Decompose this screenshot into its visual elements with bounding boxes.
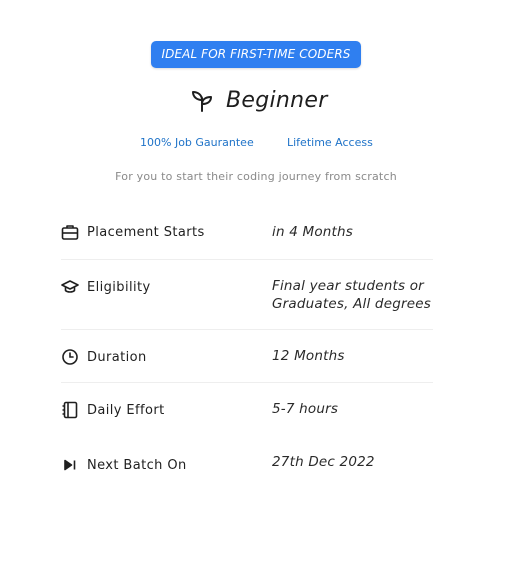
detail-label-wrap: Placement Starts <box>61 222 205 242</box>
detail-row-next-batch: Next Batch On 27th Dec 2022 <box>61 454 433 475</box>
detail-label: Eligibility <box>87 279 151 295</box>
lifetime-access-perk: Lifetime Access <box>287 136 373 149</box>
divider <box>61 259 433 260</box>
notebook-icon <box>61 401 79 419</box>
detail-row-daily-effort: Daily Effort 5-7 hours <box>61 400 433 420</box>
detail-label-wrap: Eligibility <box>61 277 151 297</box>
detail-label: Next Batch On <box>87 457 187 473</box>
detail-value: 12 Months <box>272 348 345 364</box>
detail-label-wrap: Daily Effort <box>61 400 165 420</box>
skip-next-icon <box>61 456 79 474</box>
detail-value: in 4 Months <box>272 224 354 240</box>
briefcase-icon <box>61 223 79 241</box>
detail-label-wrap: Duration <box>61 347 147 367</box>
detail-row-duration: Duration 12 Months <box>61 347 433 367</box>
clock-icon <box>61 348 79 366</box>
job-guarantee-perk: 100% Job Gaurantee <box>140 136 254 149</box>
detail-label: Duration <box>87 349 147 365</box>
detail-value: 5-7 hours <box>272 401 339 417</box>
plan-subtitle: For you to start their coding journey fr… <box>115 170 397 183</box>
audience-badge: IDEAL FOR FIRST-TIME CODERS <box>151 41 361 68</box>
divider <box>61 329 433 330</box>
plan-title: Beginner <box>226 87 328 113</box>
divider <box>61 382 433 383</box>
detail-label-wrap: Next Batch On <box>61 455 187 475</box>
plan-title-row: Beginner <box>190 84 328 116</box>
detail-row-placement: Placement Starts in 4 Months <box>61 222 433 242</box>
detail-value: 27th Dec 2022 <box>272 454 375 470</box>
graduation-cap-icon <box>61 278 79 296</box>
detail-label: Daily Effort <box>87 402 165 418</box>
detail-row-eligibility: Eligibility Final year students or Gradu… <box>61 277 433 317</box>
detail-value-line-2: Graduates, All degrees <box>272 296 431 312</box>
detail-label: Placement Starts <box>87 224 205 240</box>
sprout-icon <box>190 87 216 113</box>
detail-value-line-1: Final year students or <box>272 278 424 294</box>
